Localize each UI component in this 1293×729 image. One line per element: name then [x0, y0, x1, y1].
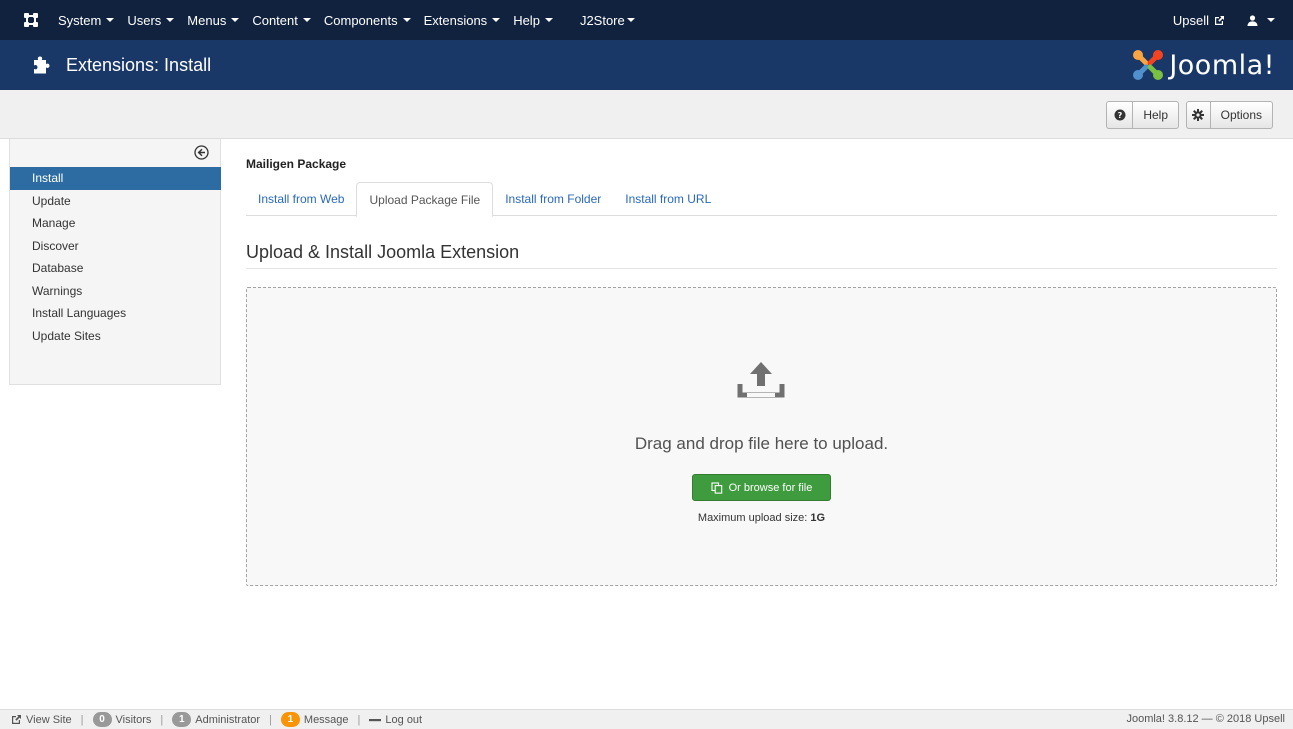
page-header: Extensions: Install Joomla! — [0, 40, 1293, 90]
separator: | — [269, 713, 272, 726]
upsell-site-link[interactable]: Upsell — [1173, 13, 1225, 28]
caret-down-icon — [402, 18, 411, 22]
puzzle-piece-icon — [34, 56, 50, 74]
sidebar: Install Update Manage Discover Database … — [9, 139, 221, 385]
copyright-text: Joomla! 3.8.12 — © 2018 Upsell — [1126, 713, 1285, 725]
section-title: Upload & Install Joomla Extension — [246, 242, 520, 262]
package-title: Mailigen Package — [246, 157, 347, 171]
menu-menus[interactable]: Menus — [187, 13, 240, 28]
joomla-menu-icon[interactable] — [22, 11, 40, 29]
caret-down-icon — [106, 18, 115, 22]
upload-dropzone[interactable]: Drag and drop file here to upload. Or br… — [246, 287, 1277, 586]
sidebar-item-discover[interactable]: Discover — [10, 235, 221, 258]
upload-icon — [737, 362, 785, 398]
menu-help[interactable]: Help — [513, 13, 553, 28]
sidebar-item-install-languages[interactable]: Install Languages — [10, 302, 221, 325]
main-menu: System Users Menus Content Components Ex… — [58, 13, 648, 28]
caret-down-icon — [544, 18, 553, 22]
menu-extensions[interactable]: Extensions — [424, 13, 501, 28]
administrator-badge: 1 — [172, 712, 192, 727]
caret-down-icon — [1267, 18, 1275, 22]
caret-down-icon — [626, 18, 635, 22]
navbar-right: Upsell — [1173, 0, 1275, 40]
minus-icon — [369, 718, 382, 721]
tab-install-from-web[interactable]: Install from Web — [246, 182, 356, 216]
gear-icon — [1187, 102, 1211, 128]
separator: | — [80, 713, 84, 726]
user-menu[interactable] — [1247, 14, 1275, 26]
drop-instructions: Drag and drop file here to upload. — [634, 434, 889, 453]
sidebar-item-update-sites[interactable]: Update Sites — [10, 325, 221, 348]
logout-link[interactable]: Log out — [369, 714, 422, 726]
user-icon — [1247, 14, 1258, 26]
menu-users[interactable]: Users — [127, 13, 175, 28]
external-link-icon — [12, 715, 21, 724]
collapse-sidebar-icon[interactable] — [194, 145, 209, 160]
message-status[interactable]: 1 Message — [280, 712, 349, 727]
sidebar-item-manage[interactable]: Manage — [10, 212, 221, 235]
joomla-logo: Joomla! — [1131, 47, 1275, 83]
sidebar-item-warnings[interactable]: Warnings — [10, 280, 221, 303]
joomla-flower-icon — [1133, 50, 1164, 80]
visitors-badge: 0 — [92, 712, 112, 727]
caret-down-icon — [166, 18, 175, 22]
caret-down-icon — [231, 18, 240, 22]
tab-install-from-folder[interactable]: Install from Folder — [493, 182, 613, 216]
install-tabs: Install from Web Upload Package File Ins… — [246, 182, 1277, 217]
help-button[interactable]: ? Help — [1106, 101, 1179, 129]
sidebar-item-install[interactable]: Install — [10, 167, 221, 190]
question-circle-icon: ? — [1107, 102, 1134, 128]
options-button[interactable]: Options — [1186, 101, 1273, 129]
administrator-status[interactable]: 1 Administrator — [172, 712, 260, 727]
tab-upload-package-file[interactable]: Upload Package File — [356, 182, 494, 217]
joomla-wordmark: Joomla! — [1169, 49, 1275, 81]
separator: | — [357, 713, 361, 726]
toolbar: ? Help Options — [0, 90, 1293, 139]
caret-down-icon — [492, 18, 501, 22]
visitors-status[interactable]: 0 Visitors — [92, 712, 151, 727]
copy-icon — [711, 481, 722, 494]
page-title: Extensions: Install — [66, 54, 212, 75]
menu-components[interactable]: Components — [324, 13, 411, 28]
separator: | — [160, 713, 164, 726]
menu-system[interactable]: System — [58, 13, 115, 28]
svg-text:?: ? — [1117, 111, 1122, 120]
message-badge: 1 — [280, 712, 300, 727]
status-bar: View Site | 0 Visitors | 1 Administrator… — [0, 709, 1293, 729]
browse-file-button[interactable]: Or browse for file — [692, 474, 831, 501]
top-navbar: System Users Menus Content Components Ex… — [0, 0, 1293, 40]
view-site-link[interactable]: View Site — [11, 714, 72, 726]
caret-down-icon — [302, 18, 311, 22]
sidebar-item-database[interactable]: Database — [10, 257, 221, 280]
sidebar-item-update[interactable]: Update — [10, 190, 221, 213]
menu-j2store[interactable]: J2Store — [580, 13, 635, 28]
tab-install-from-url[interactable]: Install from URL — [613, 182, 723, 216]
sidebar-list: Install Update Manage Discover Database … — [10, 167, 221, 347]
menu-content[interactable]: Content — [252, 13, 311, 28]
max-upload-size: Maximum upload size: 1G — [697, 512, 826, 524]
section-divider — [246, 268, 1277, 269]
external-link-icon — [1215, 15, 1224, 25]
